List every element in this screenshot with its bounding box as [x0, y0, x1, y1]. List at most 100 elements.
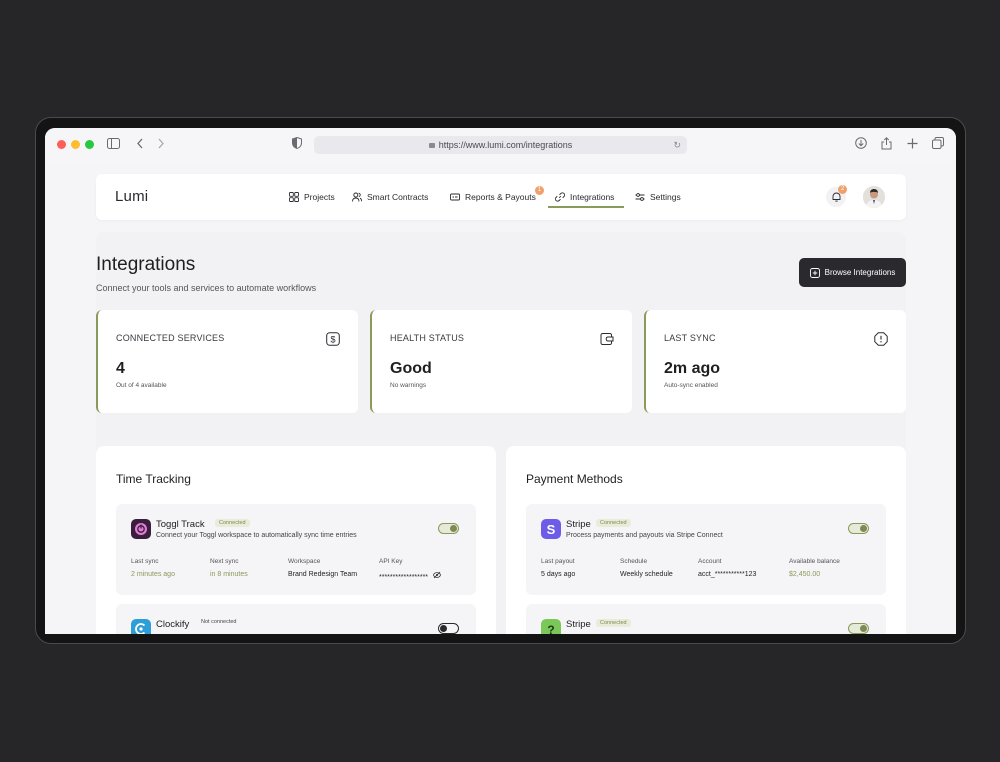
- eye-off-icon[interactable]: [433, 571, 441, 579]
- active-tab-indicator: [548, 206, 624, 208]
- new-tab-icon[interactable]: [907, 137, 918, 153]
- link-icon: [555, 192, 565, 202]
- toggle-knob: [450, 525, 457, 532]
- meta-available-balance: Available balance $2,450.00: [789, 558, 840, 578]
- integration-name: Stripe: [566, 619, 591, 630]
- stat-label: LAST SYNC: [664, 333, 716, 343]
- maximize-window-button[interactable]: [85, 140, 94, 149]
- grid-icon: [289, 192, 299, 202]
- reload-icon[interactable]: ↻: [673, 136, 681, 154]
- meta-value: acct_***********123: [698, 571, 757, 578]
- integration-card-toggl: Toggl Track Connected Connect your Toggl…: [116, 504, 476, 595]
- time-tracking-panel: Time Tracking Toggl Track Connected Conn…: [96, 446, 496, 634]
- report-icon: [450, 193, 460, 201]
- meta-key: Available balance: [789, 558, 840, 565]
- integration-card-stripe-secondary: ? Stripe Connected: [526, 604, 886, 634]
- integration-toggle[interactable]: [848, 523, 869, 534]
- page-title: Integrations: [96, 254, 196, 275]
- svg-text:$: $: [330, 334, 335, 344]
- browse-integrations-button[interactable]: Browse Integrations: [799, 258, 906, 287]
- main-content: Integrations Connect your tools and serv…: [96, 232, 906, 634]
- svg-text:?: ?: [547, 623, 554, 634]
- payment-methods-panel: Payment Methods S Stripe Connected Proce…: [506, 446, 906, 634]
- sidebar-toggle-icon[interactable]: [107, 137, 120, 153]
- stat-value: 4: [116, 360, 125, 377]
- integration-card-stripe: S Stripe Connected Process payments and …: [526, 504, 886, 595]
- users-icon: [352, 192, 362, 202]
- meta-api-key: API Key ******************: [379, 558, 441, 581]
- browser-toolbar: https://www.lumi.com/integrations ↻: [45, 128, 956, 162]
- stat-sub: Auto-sync enabled: [664, 382, 718, 389]
- shield-icon[interactable]: [292, 136, 302, 153]
- integration-toggle[interactable]: [848, 623, 869, 634]
- integration-toggle[interactable]: [438, 623, 459, 634]
- meta-key: Next sync: [210, 558, 239, 565]
- nav-label: Settings: [650, 192, 681, 202]
- nav-label: Integrations: [570, 192, 615, 202]
- stat-card-health-status: HEALTH STATUS Good No warnings: [370, 310, 632, 413]
- toggle-knob: [860, 525, 867, 532]
- stat-label: CONNECTED SERVICES: [116, 333, 225, 343]
- integration-description: Connect your Toggl workspace to automati…: [156, 532, 357, 539]
- nav-badge: 1: [535, 186, 544, 195]
- stripe-alt-logo-icon: ?: [541, 619, 561, 634]
- nav-label: Smart Contracts: [367, 192, 429, 202]
- plus-square-icon: [809, 267, 820, 278]
- status-badge: Connected: [215, 519, 250, 527]
- meta-next-sync: Next sync in 8 minutes: [210, 558, 248, 578]
- address-bar[interactable]: https://www.lumi.com/integrations ↻: [314, 136, 687, 154]
- stripe-logo-icon: S: [541, 519, 561, 539]
- stat-card-last-sync: LAST SYNC 2m ago Auto-sync enabled: [644, 310, 906, 413]
- forward-icon[interactable]: [157, 137, 165, 153]
- download-icon[interactable]: [855, 137, 867, 153]
- meta-last-payout: Last payout 5 days ago: [541, 558, 575, 578]
- meta-account: Account acct_***********123: [698, 558, 756, 578]
- page-subtitle: Connect your tools and services to autom…: [96, 283, 317, 293]
- clockify-logo-icon: [131, 619, 151, 634]
- nav-projects[interactable]: Projects: [289, 190, 335, 204]
- url-text: https://www.lumi.com/integrations: [438, 140, 573, 150]
- stat-card-connected-services: CONNECTED SERVICES 4 Out of 4 available …: [96, 310, 358, 413]
- toggle-knob: [440, 625, 447, 632]
- meta-value: $2,450.00: [789, 571, 821, 578]
- minimize-window-button[interactable]: [71, 140, 80, 149]
- meta-key: Last payout: [541, 558, 575, 565]
- tabs-overview-icon[interactable]: [932, 137, 944, 153]
- back-icon[interactable]: [136, 137, 144, 153]
- nav-reports-payouts[interactable]: Reports & Payouts: [450, 190, 536, 204]
- stat-sub: No warnings: [390, 382, 427, 389]
- nav-settings[interactable]: Settings: [635, 190, 681, 204]
- dollar-icon: $: [326, 332, 340, 346]
- meta-value: in 8 minutes: [210, 571, 248, 578]
- nav-label: Projects: [304, 192, 335, 202]
- nav-label: Reports & Payouts: [465, 192, 536, 202]
- meta-key: Account: [698, 558, 722, 565]
- app-logo[interactable]: Lumi: [115, 188, 148, 205]
- svg-text:S: S: [547, 522, 556, 537]
- meta-value: Weekly schedule: [620, 571, 673, 578]
- meta-schedule: Schedule Weekly schedule: [620, 558, 673, 578]
- toggl-logo-icon: [131, 519, 151, 539]
- nav-integrations[interactable]: Integrations: [555, 190, 614, 204]
- stat-label: HEALTH STATUS: [390, 333, 465, 343]
- status-badge: Not connected: [201, 619, 237, 625]
- close-window-button[interactable]: [57, 140, 66, 149]
- sliders-icon: [635, 193, 645, 201]
- panel-title: Time Tracking: [116, 472, 191, 486]
- stat-sub: Out of 4 available: [116, 382, 167, 389]
- toggle-knob: [860, 625, 867, 632]
- bell-icon: [832, 192, 840, 202]
- integration-card-clockify: Clockify Not connected: [116, 604, 476, 634]
- integration-name: Toggl Track: [156, 519, 205, 530]
- meta-key: Last sync: [131, 558, 159, 565]
- integration-toggle[interactable]: [438, 523, 459, 534]
- meta-value: ******************: [379, 571, 441, 581]
- nav-smart-contracts[interactable]: Smart Contracts: [352, 190, 428, 204]
- integration-description: Process payments and payouts via Stripe …: [566, 532, 723, 539]
- meta-key: Workspace: [288, 558, 321, 565]
- alert-octagon-icon: [874, 332, 888, 346]
- wallet-icon: [600, 333, 614, 345]
- user-avatar[interactable]: [863, 186, 885, 208]
- share-icon[interactable]: [881, 137, 892, 154]
- top-nav: Lumi Projects Smart Contracts Reports & …: [96, 174, 906, 220]
